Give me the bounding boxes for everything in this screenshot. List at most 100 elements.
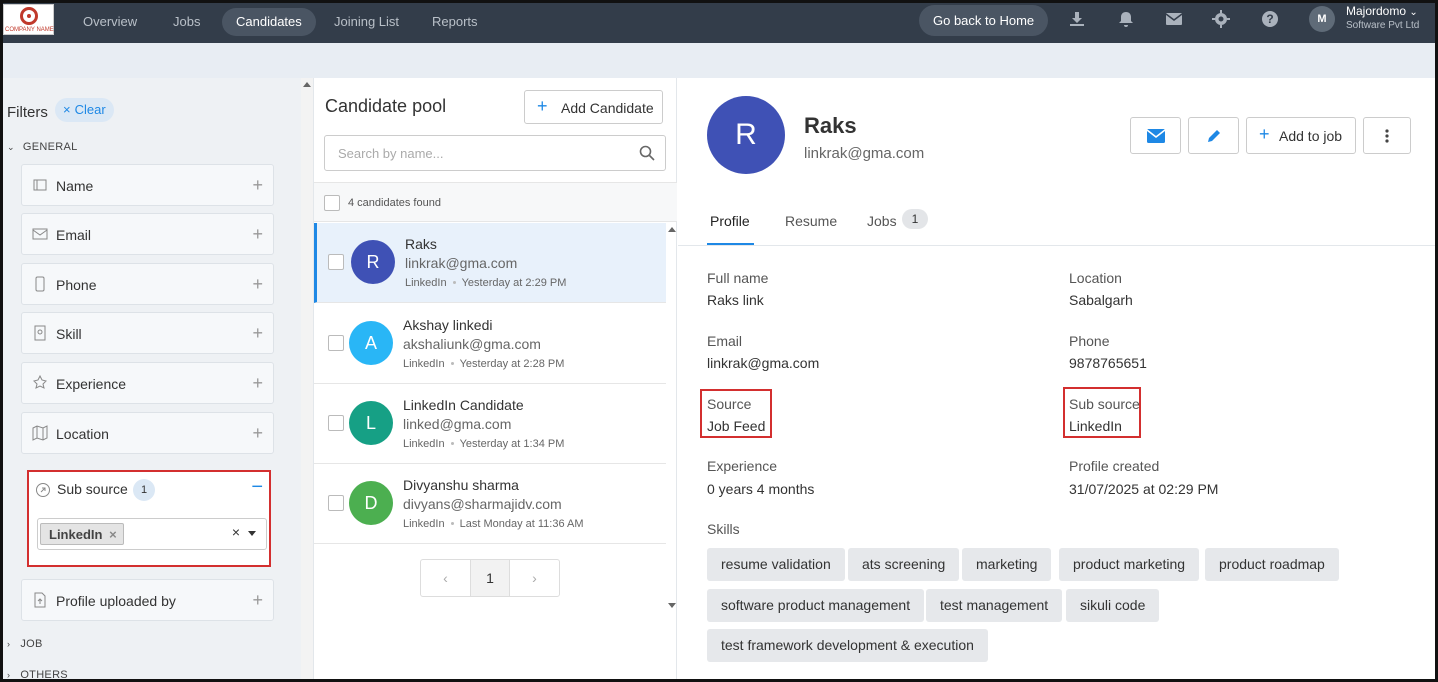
company-name[interactable]: Majordomo ⌄ (1346, 4, 1418, 18)
filter-skill[interactable]: Skill + (21, 312, 274, 354)
section-others-label: OTHERS (20, 669, 68, 681)
collapse-minus-icon[interactable]: − (251, 476, 263, 499)
remove-tag-icon[interactable]: × (109, 527, 117, 542)
location-label: Location (1069, 270, 1122, 286)
add-candidate-button[interactable]: + Add Candidate (524, 90, 663, 124)
plus-icon: + (1259, 124, 1270, 144)
nav-candidates[interactable]: Candidates (222, 8, 316, 36)
filter-location[interactable]: Location + (21, 412, 274, 454)
filters-panel: Filters × Clear ⌄ GENERAL Name + Email + P… (3, 78, 301, 681)
mail-icon[interactable] (1165, 10, 1183, 28)
candidate-time: Yesterday at 2:29 PM (461, 277, 567, 289)
section-others[interactable]: › OTHERS (7, 669, 68, 681)
sub-source-icon (36, 483, 50, 497)
filter-phone[interactable]: Phone + (21, 263, 274, 305)
search-box (324, 135, 666, 171)
page-number[interactable]: 1 (470, 560, 510, 596)
nav-joining-list[interactable]: Joining List (320, 8, 413, 36)
filters-scrollbar[interactable] (301, 78, 313, 679)
clear-filters-button[interactable]: × Clear (55, 98, 114, 122)
filter-profile-uploaded-by[interactable]: Profile uploaded by + (21, 579, 274, 621)
filter-phone-label: Phone (56, 277, 97, 293)
sub-source-select[interactable]: LinkedIn × × (37, 518, 267, 550)
skill-tag: test management (926, 589, 1063, 622)
company-logo[interactable]: COMPANY NAME (3, 4, 54, 35)
bell-icon[interactable] (1117, 10, 1135, 28)
nav-overview[interactable]: Overview (69, 8, 151, 36)
scroll-down-arrow[interactable] (668, 603, 676, 608)
section-job[interactable]: › JOB (7, 638, 43, 650)
pencil-icon (1207, 129, 1220, 142)
filter-skill-label: Skill (56, 326, 82, 342)
download-icon[interactable] (1068, 10, 1086, 28)
plus-icon: + (537, 96, 548, 116)
active-tab-indicator (707, 243, 754, 245)
tab-jobs[interactable]: Jobs (867, 213, 897, 229)
phone-label: Phone (1069, 333, 1110, 349)
candidate-row[interactable]: D Divyanshu sharma divyans@sharmajidv.co… (314, 464, 666, 544)
skills-label: Skills (707, 521, 740, 537)
sub-source-tag: LinkedIn × (40, 523, 124, 545)
search-icon[interactable] (639, 145, 655, 161)
candidate-avatar: R (351, 240, 395, 284)
location-icon (32, 425, 48, 441)
filter-name[interactable]: Name + (21, 164, 274, 206)
filters-title: Filters (7, 104, 48, 121)
skill-tag: product roadmap (1205, 548, 1339, 581)
scroll-up-arrow[interactable] (303, 82, 311, 87)
edit-button[interactable] (1188, 117, 1239, 154)
row-checkbox[interactable] (328, 254, 344, 270)
candidate-avatar-large: R (707, 96, 785, 174)
add-to-job-button[interactable]: + Add to job (1246, 117, 1356, 154)
tab-resume[interactable]: Resume (785, 213, 837, 229)
prev-page-button[interactable]: ‹ (421, 560, 470, 596)
filter-experience-label: Experience (56, 376, 127, 392)
candidate-name: Divyanshu sharma (403, 477, 519, 493)
candidate-row[interactable]: L LinkedIn Candidate linked@gma.com Link… (314, 384, 666, 464)
candidate-detail-panel: R Raks linkrak@gma.com + Add to job Prof… (678, 78, 1435, 679)
nav-jobs[interactable]: Jobs (159, 8, 214, 36)
section-job-label: JOB (20, 638, 43, 650)
tab-profile[interactable]: Profile (710, 213, 750, 229)
pool-title: Candidate pool (325, 96, 447, 116)
candidate-row[interactable]: R Raks linkrak@gma.com LinkedIn Yesterday… (314, 223, 666, 303)
next-page-button[interactable]: › (510, 560, 559, 596)
email-value: linkrak@gma.com (707, 355, 820, 371)
select-all-checkbox[interactable] (324, 195, 340, 211)
plus-icon: + (252, 373, 263, 393)
caret-down-icon[interactable] (248, 531, 256, 536)
go-back-home-button[interactable]: Go back to Home (919, 5, 1049, 36)
list-scrollbar[interactable] (666, 223, 677, 613)
svg-text:?: ? (1266, 12, 1273, 26)
skill-icon (34, 325, 46, 341)
row-checkbox[interactable] (328, 415, 344, 431)
user-avatar[interactable]: M (1309, 6, 1335, 32)
candidate-pool-panel: Candidate pool + Add Candidate 4 candida… (313, 78, 677, 679)
nav-reports[interactable]: Reports (418, 8, 492, 36)
search-input[interactable] (326, 137, 626, 169)
filter-email[interactable]: Email + (21, 213, 274, 255)
experience-icon (33, 375, 47, 389)
help-icon[interactable]: ? (1261, 10, 1279, 28)
chevron-down-icon: ⌄ (1409, 7, 1418, 18)
experience-value: 0 years 4 months (707, 481, 815, 497)
clear-select-icon[interactable]: × (232, 524, 240, 540)
filter-experience[interactable]: Experience + (21, 362, 274, 404)
section-general[interactable]: ⌄ GENERAL (7, 141, 78, 153)
profile-created-value: 31/07/2025 at 02:29 PM (1069, 481, 1219, 497)
plus-icon: + (252, 224, 263, 244)
phone-icon (35, 276, 45, 292)
scroll-up-arrow[interactable] (668, 227, 676, 232)
plus-icon: + (252, 323, 263, 343)
mail-icon (1146, 128, 1165, 143)
chevron-right-icon: › (7, 670, 11, 680)
filter-location-label: Location (56, 426, 109, 442)
row-checkbox[interactable] (328, 335, 344, 351)
filter-sub-source: Sub source 1 − LinkedIn × × (27, 470, 271, 567)
candidate-row[interactable]: A Akshay linkedi akshaliunk@gma.com Link… (314, 304, 666, 384)
sub-source-count-badge: 1 (133, 479, 155, 501)
more-options-button[interactable] (1363, 117, 1411, 154)
email-button[interactable] (1130, 117, 1181, 154)
row-checkbox[interactable] (328, 495, 344, 511)
gear-icon[interactable] (1212, 10, 1230, 28)
